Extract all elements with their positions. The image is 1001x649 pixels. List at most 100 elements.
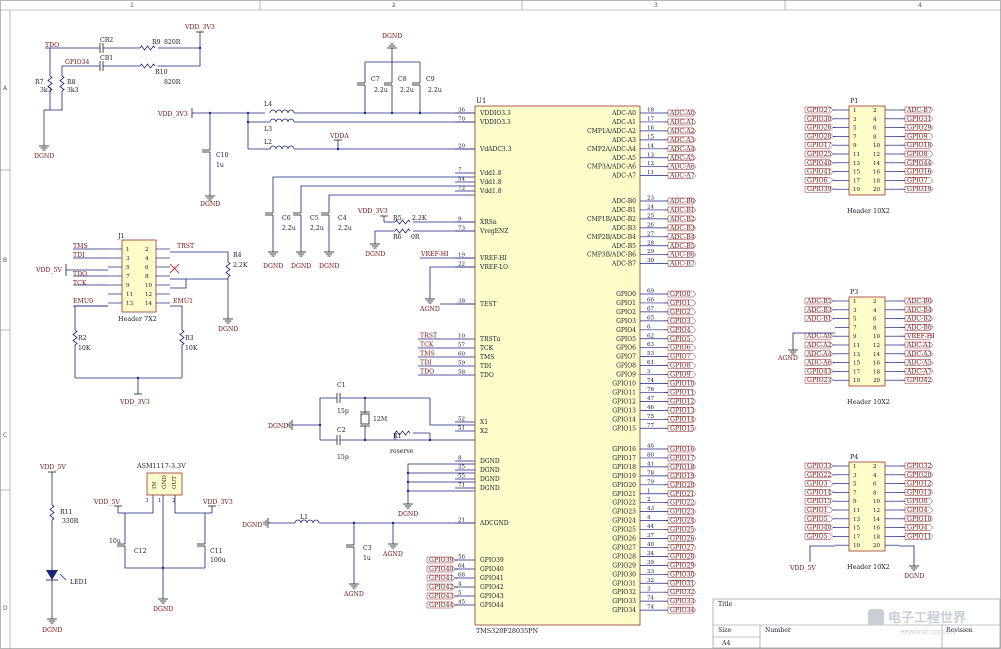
p3-net-left-4-text: ADC-A0: [806, 333, 832, 340]
u1-net-flag-19: GPIO3: [667, 317, 697, 325]
vdd33-j1-label: VDD_3V3: [119, 399, 150, 406]
u1-net-flag-50-text: GPIO34: [670, 607, 695, 614]
p4-pin-right-1: 4: [873, 473, 877, 479]
u1-left-pin-11-num: 10: [458, 334, 466, 340]
u1-right-pin-7-num: 11: [647, 170, 654, 176]
u1-net-flag-31: GPIO15: [667, 425, 697, 432]
p1-net-right-7: GPIO16: [904, 168, 934, 176]
u1-net-flag-50: GPIO34: [667, 606, 697, 614]
p3-net-right-0-text: ADC-B6: [906, 298, 932, 305]
c7-ref: C7: [371, 76, 380, 83]
u1-net-flag-28: GPIO12: [667, 398, 697, 405]
u1-net-flag-0: ADC-A0: [667, 109, 697, 117]
u1-left-net-tck: TCK: [420, 342, 434, 349]
u1-right-pin-5-name: ADC-A5: [611, 155, 636, 162]
p3-pin-right-0: 2: [873, 299, 877, 305]
u1-right-pin-1-name: ADC-A1: [611, 119, 636, 126]
p4-net-left-2-text: GPIO3: [807, 481, 828, 488]
p1-net-right-7-text: GPIO16: [907, 169, 932, 176]
u1-net-flag-33: GPIO17: [667, 454, 697, 462]
r4-value: 2.2K: [233, 262, 248, 269]
p4-net-left-8-text: GPIO5: [807, 533, 828, 540]
u1-net-flag-20-text: GPIO4: [670, 327, 691, 334]
p4-net-left-3: GPIO14: [804, 489, 834, 496]
row-label-a: A: [3, 85, 8, 92]
u1-net-flag-42-text: GPIO26: [670, 536, 695, 543]
p3-net-right-1: ADC-B4: [904, 306, 934, 314]
u1-left-pin-22-name: ADCGND: [479, 520, 509, 527]
p1-net-left-1: GPIO30: [804, 115, 834, 123]
j1-pin-left-2: 5: [126, 265, 130, 271]
u1-right-pin-38-num: 2: [647, 497, 651, 503]
p1-net-right-0: ADC-B7: [904, 106, 934, 114]
p4-net-right-2: GPIO12: [904, 480, 934, 488]
u1-right-pin-10-name: CMP1B/ADC-B2: [587, 216, 636, 223]
r3-value: 10K: [185, 345, 198, 352]
u1-left-net-tms: TMS: [420, 351, 435, 358]
j1-pin-right-4: 10: [145, 283, 153, 289]
u1-right-pin-1-num: 17: [647, 116, 655, 122]
u1-right-pin-16-num: 69: [647, 289, 655, 295]
p4-net-right-8: GPIO11: [904, 533, 934, 540]
u1-right-pin-15-num: 30: [647, 258, 655, 264]
p1-net-left-1-text: GPIO30: [807, 116, 832, 123]
p1-pin-left-2: 5: [853, 126, 857, 132]
j1-pin-left-3: 7: [126, 274, 130, 280]
j1-pin-right-0: 2: [145, 247, 149, 253]
j1-jtag-header: J1 Header 7X2 1 23 45 67 89 1011 1213 14 TMS TD…: [35, 232, 248, 406]
c11-value: 100u: [210, 557, 226, 564]
p3-part: Header 10X2: [847, 398, 890, 406]
u1-left-pin-11-name: TRSTn: [480, 336, 501, 343]
u1-net-flag-17: GPIO1: [667, 299, 697, 307]
p3-net-left-2: ADC-B1: [804, 315, 834, 323]
crystal-ref: 12M: [373, 416, 388, 423]
net-vref-hi-left: VREF-HI: [420, 251, 449, 258]
p1-pin-left-7: 15: [853, 170, 861, 176]
u1-ref: U1: [476, 97, 486, 105]
agnd-label-2: AGND: [343, 591, 364, 598]
u1-net-flag-26: GPIO10: [667, 380, 697, 388]
u1-left-pin-19-name: DGND: [480, 467, 500, 474]
p1-net-right-2-text: GPIO29: [907, 125, 932, 132]
p1-net-left-9-text: GPIO39: [807, 186, 832, 193]
u1-left-pin-19-num: 35: [458, 465, 466, 471]
watermark-url: eeworld.com.cn: [900, 628, 956, 636]
p3-pin-left-8: 17: [853, 369, 861, 375]
u1-net-flag-27: GPIO11: [667, 389, 697, 396]
p3-net-left-7-text: ADC-A6: [806, 360, 832, 367]
reg-pin-in: IN: [152, 482, 158, 489]
r8-ref: R8: [67, 79, 76, 86]
p4-net-left-0-text: GPIO33: [807, 463, 832, 470]
u1-right-pin-20-num: 6: [647, 324, 651, 330]
p1-net-right-6: GPIO44: [904, 159, 934, 167]
u1-right-pin-26-num: 74: [647, 378, 655, 384]
u1-net-flag-29-text: GPIO13: [670, 407, 695, 414]
p4-header: P4 Header 10X2 1 2GPIO33 GPIO323 4GPIO22 GPI…: [789, 453, 934, 580]
p3-net-left-1-text: ADC-B3: [806, 307, 832, 314]
r7-ref: R7: [35, 79, 44, 86]
u1-net-flag-29: GPIO13: [667, 407, 697, 414]
row-label-b: B: [3, 257, 7, 264]
u1-net-flag-10-text: ADC-B2: [669, 216, 695, 223]
p4-net-right-4: GPIO0: [904, 497, 934, 505]
vdd33-reg-label: VDD_3V3: [202, 499, 233, 506]
u1-left-pin-25-num: 68: [458, 573, 466, 579]
u1-net-flag-4: ADC-A4: [667, 145, 697, 153]
p1-pin-right-0: 2: [873, 108, 877, 114]
j1-pin-left-1: 3: [126, 256, 130, 262]
p3-net-right-4: VREF-HI: [904, 332, 935, 340]
p3-net-right-3: ADC-B0: [904, 324, 934, 331]
u1-net-flag-8-text: ADC-B0: [669, 198, 695, 205]
u1-left-gpio-flag-0-text: GPIO39: [429, 557, 454, 564]
p4-pin-left-7: 15: [853, 526, 861, 532]
c1-value: 15p: [337, 408, 349, 415]
c6-ref: C6: [282, 215, 291, 222]
u1-right-pin-31-num: 77: [647, 423, 655, 429]
c8-value: 2.2u: [400, 87, 414, 94]
p4-pin-left-1: 3: [853, 473, 857, 479]
p3-net-right-8: ADC-A7: [904, 368, 934, 375]
u1-net-flag-9-text: ADC-B1: [669, 207, 695, 214]
p1-pin-right-5: 12: [873, 152, 881, 158]
ldo-regulator: ASM1117-3.3V IN GND OUT 3 1 2 VDD_5V 10u…: [93, 462, 233, 613]
r10-value: 820R: [164, 79, 181, 86]
